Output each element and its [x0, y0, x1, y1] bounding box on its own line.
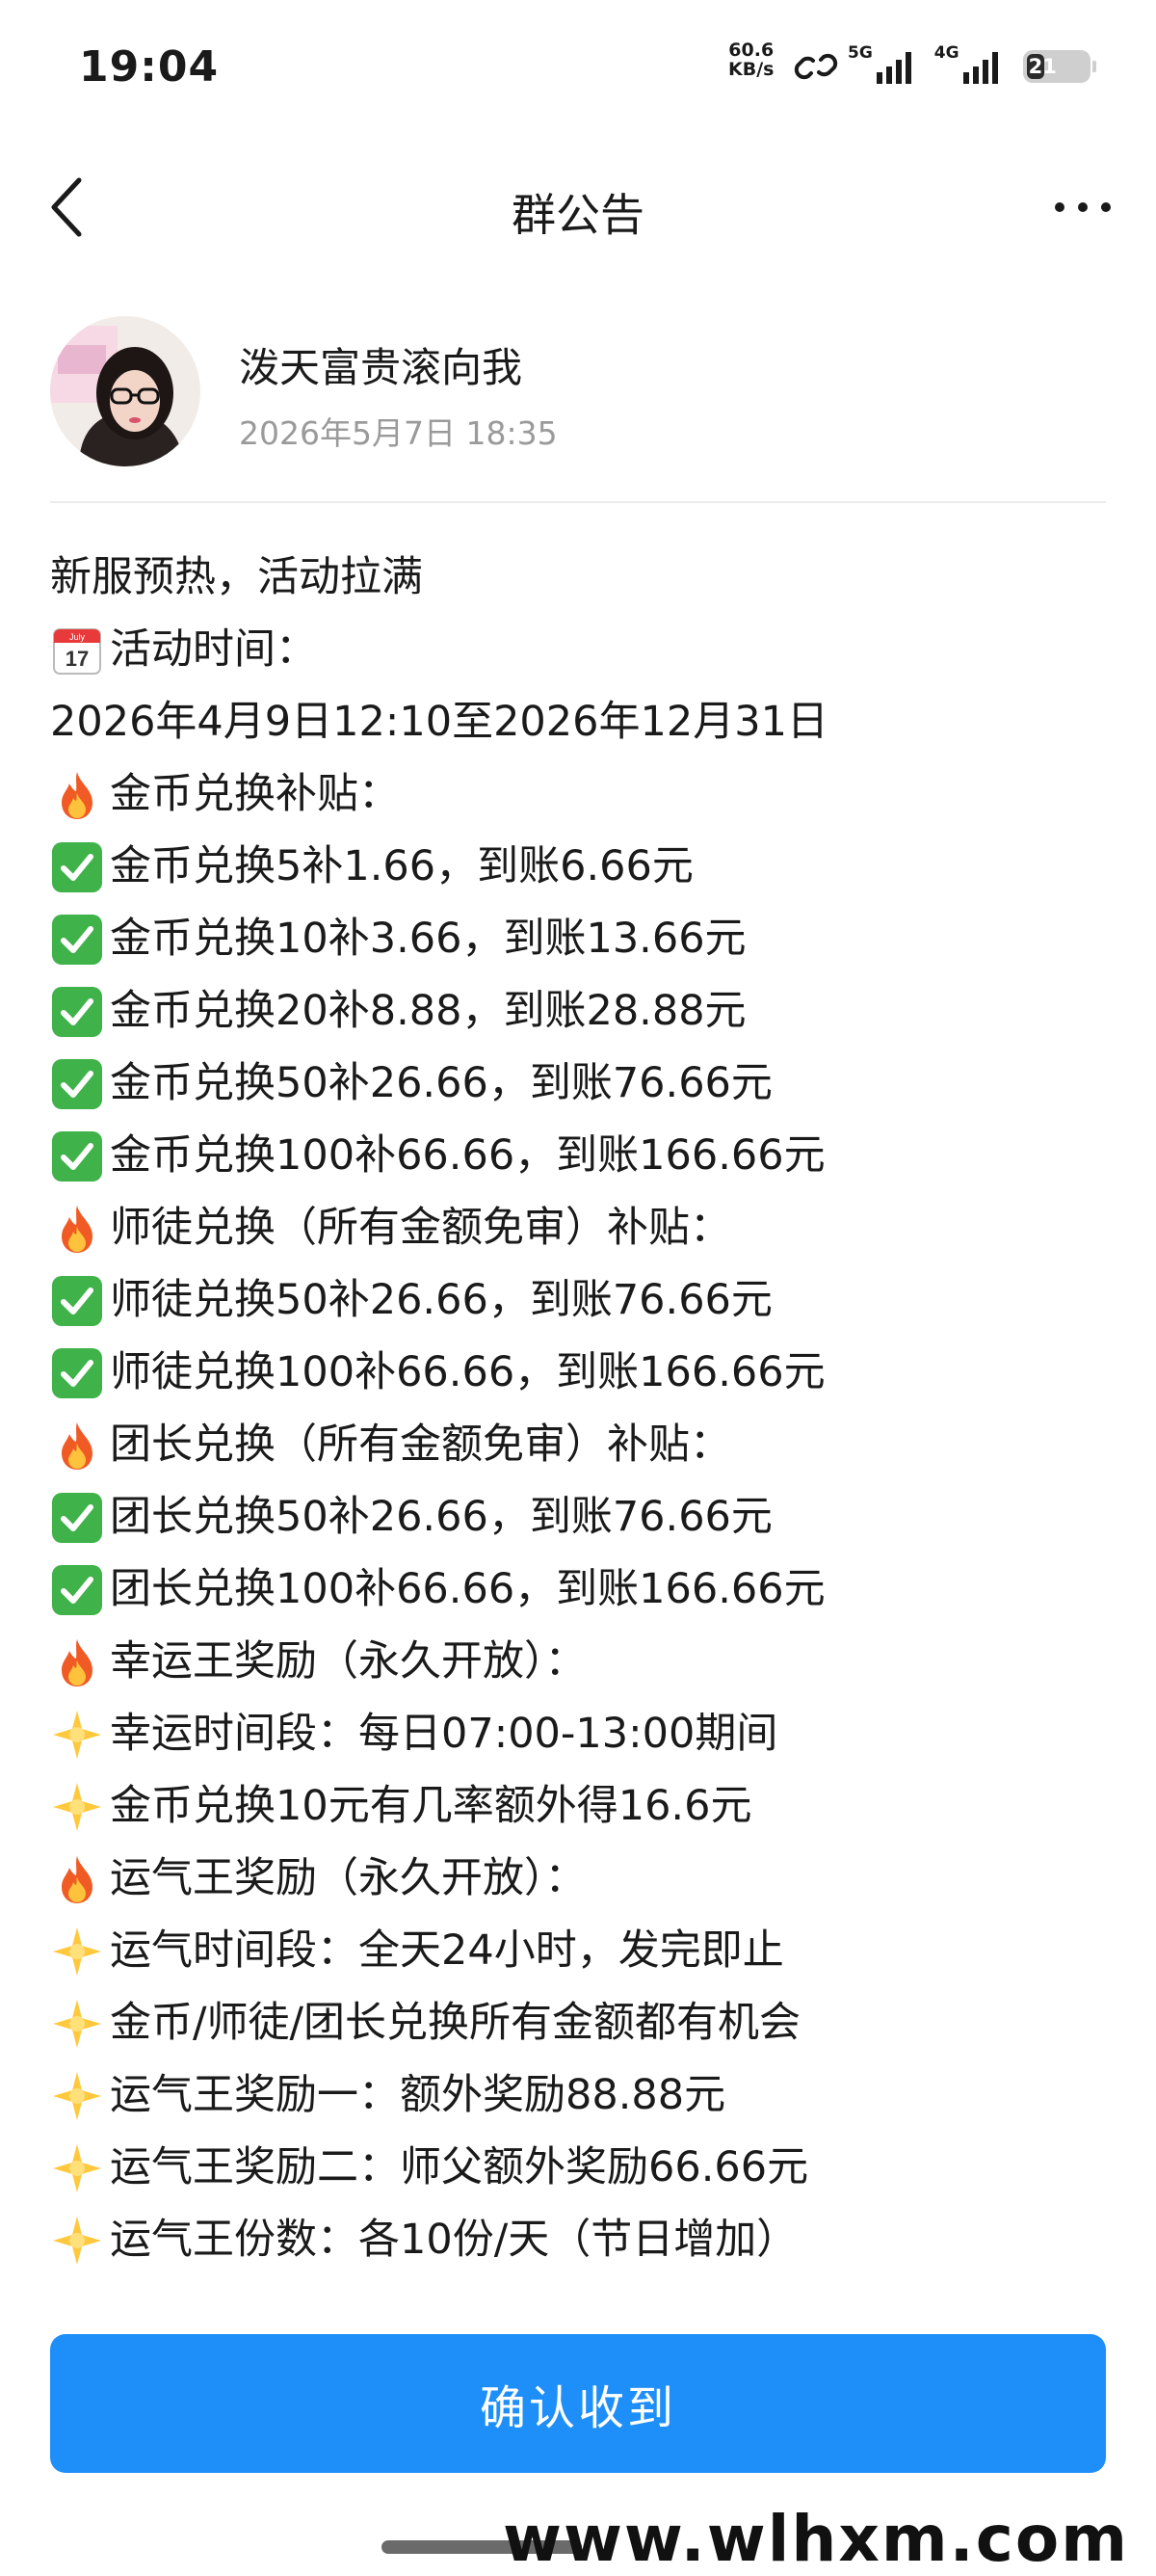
- announcement-line-text: 运气王奖励二：师父额外奖励66.66元: [110, 2143, 809, 2191]
- check-icon: [50, 840, 104, 894]
- announcement-line-text: 师徒兑换（所有金额免审）补贴：: [110, 1204, 731, 1252]
- announcement-line-text: 幸运时间段：每日07:00-13:00期间: [110, 1710, 778, 1758]
- announcement-line: July 17 活动时间：: [50, 614, 1119, 686]
- announcement-line-text: 师徒兑换50补26.66，到账76.66元: [110, 1276, 773, 1324]
- announcement-line: 幸运时间段：每日07:00-13:00期间: [50, 1698, 1119, 1770]
- fire-icon: [50, 1635, 104, 1689]
- network-speed-unit: KB/s: [728, 59, 775, 80]
- signal-label-5g: 5G: [848, 43, 873, 63]
- divider: [50, 501, 1106, 503]
- confirm-received-button[interactable]: 确认收到: [50, 2334, 1106, 2473]
- watermark: www.wlhxm.com: [502, 2502, 1129, 2576]
- announcement-line: 金币兑换5补1.66，到账6.66元: [50, 831, 1119, 903]
- announcement-line: 运气王份数：各10份/天（节日增加）: [50, 2204, 1119, 2276]
- check-icon: [50, 1057, 104, 1111]
- announcement-line-text: 运气王奖励（永久开放）：: [110, 1854, 587, 1902]
- announcement-line-text: 金币兑换5补1.66，到账6.66元: [110, 842, 694, 890]
- check-icon: [50, 1129, 104, 1183]
- announcement-line: 运气王奖励一：额外奖励88.88元: [50, 2059, 1119, 2132]
- post-date: 2026年5月7日 18:35: [239, 414, 558, 452]
- battery-icon: 21: [1022, 50, 1096, 83]
- star-icon: [50, 2069, 104, 2123]
- announcement-line-text: 运气王奖励一：额外奖励88.88元: [110, 2071, 726, 2119]
- announcement-line-text: 金币兑换10补3.66，到账13.66元: [110, 915, 747, 963]
- announcement-line: 运气王奖励二：师父额外奖励66.66元: [50, 2132, 1119, 2204]
- announcement-line-text: 金币兑换20补8.88，到账28.88元: [110, 987, 747, 1035]
- star-icon: [50, 2141, 104, 2195]
- star-icon: [50, 2214, 104, 2268]
- fire-icon: [50, 768, 104, 822]
- status-icons: 5G 4G 21: [792, 42, 1096, 91]
- announcement-line: 新服预热，活动拉满: [50, 542, 1119, 614]
- star-icon: [50, 1925, 104, 1978]
- announcement-line: 金币兑换10补3.66，到账13.66元: [50, 903, 1119, 975]
- more-button[interactable]: [1048, 180, 1117, 234]
- check-icon: [50, 1346, 104, 1400]
- announcement-line-text: 金币兑换50补26.66，到账76.66元: [110, 1059, 773, 1107]
- nav-bar: 群公告: [0, 159, 1156, 255]
- status-bar: 19:04 60.6 KB/s 5G 4G 21: [0, 0, 1156, 145]
- announcement-line: 金币/师徒/团长兑换所有金额都有机会: [50, 1987, 1119, 2059]
- announcement-line: 团长兑换100补66.66，到账166.66元: [50, 1554, 1119, 1626]
- author-name: 泼天富贵滚向我: [239, 344, 523, 391]
- star-icon: [50, 1780, 104, 1834]
- announcement-line: 2026年4月9日12:10至2026年12月31日: [50, 686, 1119, 758]
- avatar-image: [50, 316, 200, 466]
- announcement-line-text: 2026年4月9日12:10至2026年12月31日: [50, 698, 828, 746]
- announcement-line: 团长兑换（所有金额免审）补贴：: [50, 1409, 1119, 1481]
- avatar[interactable]: [50, 316, 200, 466]
- announcement-line-text: 师徒兑换100补66.66，到账166.66元: [110, 1348, 826, 1396]
- signal-bars-icon: [962, 52, 998, 84]
- fire-icon: [50, 1852, 104, 1906]
- network-speed-value: 60.6: [728, 40, 775, 61]
- announcement-line-text: 新服预热，活动拉满: [50, 553, 423, 601]
- calendar-icon: July 17: [50, 624, 104, 677]
- announcement-line: 师徒兑换（所有金额免审）补贴：: [50, 1192, 1119, 1264]
- announcement-line-text: 运气时间段：全天24小时，发完即止: [110, 1926, 784, 1975]
- battery-level: 21: [1028, 55, 1057, 78]
- announcement-line-text: 团长兑换（所有金额免审）补贴：: [110, 1421, 731, 1469]
- more-icon: [1055, 202, 1111, 212]
- announcement-line: 金币兑换100补66.66，到账166.66元: [50, 1120, 1119, 1192]
- announcement-line-text: 幸运王奖励（永久开放）：: [110, 1637, 587, 1686]
- announcement-line: 金币兑换补贴：: [50, 758, 1119, 831]
- announcement-line: 金币兑换10元有几率额外得16.6元: [50, 1770, 1119, 1843]
- svg-text:July: July: [69, 632, 86, 642]
- star-icon: [50, 1708, 104, 1762]
- link-icon: [794, 53, 838, 80]
- announcement-line: 金币兑换50补26.66，到账76.66元: [50, 1048, 1119, 1120]
- announcement-line: 师徒兑换100补66.66，到账166.66元: [50, 1337, 1119, 1409]
- fire-icon: [50, 1419, 104, 1473]
- announcement-line: 运气时间段：全天24小时，发完即止: [50, 1915, 1119, 1987]
- check-icon: [50, 1274, 104, 1328]
- fire-icon: [50, 1202, 104, 1256]
- status-time: 19:04: [79, 42, 220, 92]
- signal-label-4g: 4G: [933, 43, 959, 63]
- announcement-body: 新服预热，活动拉满 July 17 活动时间： 2026年4月9日12:10至2026年…: [50, 542, 1119, 2276]
- page-title: 群公告: [512, 189, 644, 241]
- check-icon: [50, 913, 104, 967]
- announcement-line: 幸运王奖励（永久开放）：: [50, 1626, 1119, 1698]
- announcement-line-text: 团长兑换100补66.66，到账166.66元: [110, 1565, 826, 1613]
- check-icon: [50, 1563, 104, 1617]
- network-speed: 60.6 KB/s: [728, 40, 774, 79]
- announcement-line-text: 团长兑换50补26.66，到账76.66元: [110, 1493, 773, 1541]
- svg-text:17: 17: [66, 647, 89, 671]
- announcement-author: 泼天富贵滚向我 2026年5月7日 18:35: [50, 316, 1106, 466]
- signal-bars-icon: [876, 52, 911, 84]
- announcement-line-text: 金币/师徒/团长兑换所有金额都有机会: [110, 1999, 801, 2047]
- announcement-line-text: 运气王份数：各10份/天（节日增加）: [110, 2216, 799, 2264]
- announcement-line: 团长兑换50补26.66，到账76.66元: [50, 1481, 1119, 1554]
- announcement-line-text: 金币兑换100补66.66，到账166.66元: [110, 1131, 826, 1180]
- announcement-line-text: 金币兑换补贴：: [110, 770, 400, 818]
- announcement-line-text: 金币兑换10元有几率额外得16.6元: [110, 1782, 752, 1830]
- star-icon: [50, 1997, 104, 2051]
- announcement-line: 师徒兑换50补26.66，到账76.66元: [50, 1264, 1119, 1337]
- announcement-line: 金币兑换20补8.88，到账28.88元: [50, 975, 1119, 1048]
- announcement-line-text: 活动时间：: [110, 625, 317, 674]
- check-icon: [50, 1491, 104, 1545]
- announcement-line: 运气王奖励（永久开放）：: [50, 1843, 1119, 1915]
- check-icon: [50, 985, 104, 1039]
